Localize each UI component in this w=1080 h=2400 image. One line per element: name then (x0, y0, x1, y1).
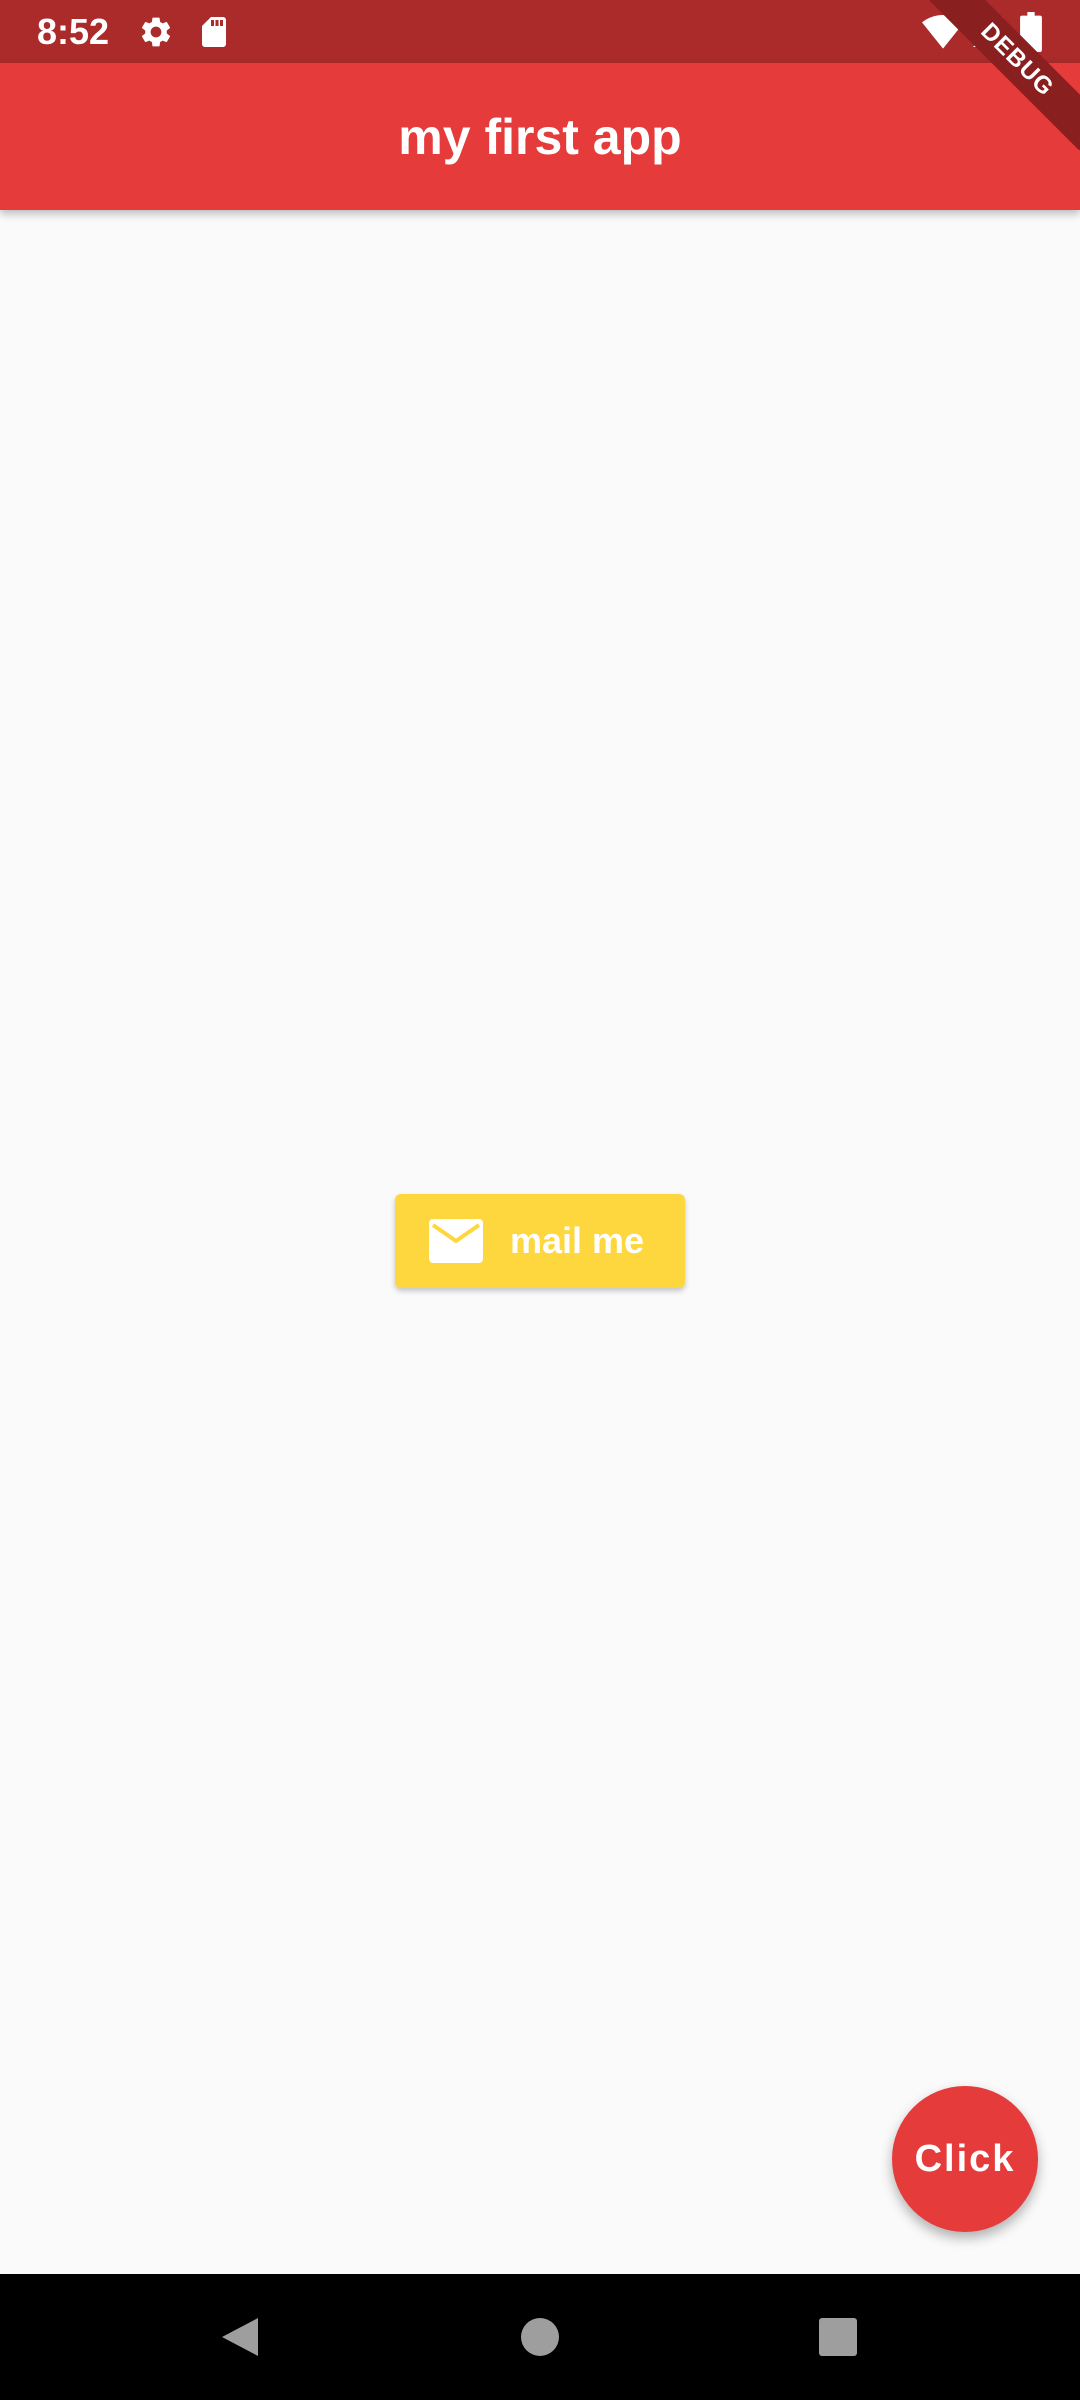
navigation-bar (0, 2274, 1080, 2400)
battery-icon (1020, 12, 1042, 52)
home-icon[interactable] (515, 2312, 565, 2362)
recents-icon[interactable] (813, 2312, 863, 2362)
back-icon[interactable] (214, 2312, 264, 2362)
sd-card-icon (202, 17, 226, 47)
app-title: my first app (398, 109, 682, 165)
click-fab-button[interactable]: Click (892, 2086, 1038, 2232)
status-bar: 8:52 (0, 0, 1080, 63)
status-time: 8:52 (37, 11, 110, 52)
mail-me-button[interactable]: mail me (395, 1194, 685, 1288)
wifi-icon (922, 15, 964, 49)
screen: 8:52 my first app DEBUG mail me Click (0, 0, 1080, 2400)
app-bar: my first app (0, 63, 1080, 210)
mail-icon (429, 1219, 483, 1263)
settings-icon (141, 17, 171, 47)
cell-signal-icon (973, 17, 1003, 47)
mail-me-label: mail me (510, 1220, 645, 1261)
